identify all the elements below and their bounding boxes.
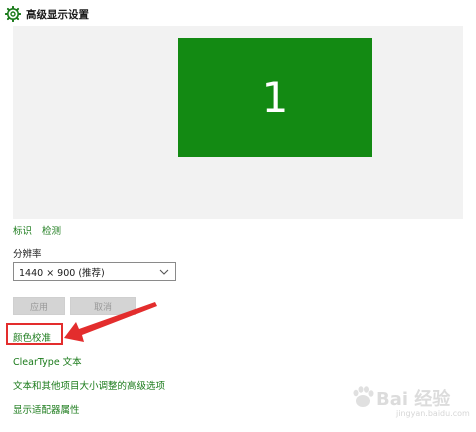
resolution-selected-value: 1440 × 900 (推荐) xyxy=(19,267,105,279)
color-calibration-link[interactable]: 颜色校准 xyxy=(13,330,51,344)
resolution-label: 分辨率 xyxy=(13,249,42,260)
watermark-brand: Bai 经验 xyxy=(376,389,451,410)
chevron-down-icon xyxy=(159,269,169,275)
detect-link[interactable]: 检测 xyxy=(42,223,61,237)
identify-link[interactable]: 标识 xyxy=(13,223,32,237)
apply-button[interactable]: 应用 xyxy=(13,297,65,315)
watermark-url: jingyan.baidu.com xyxy=(396,409,470,418)
title-bar: 高级显示设置 xyxy=(0,0,476,28)
baidu-paw-icon xyxy=(353,386,374,407)
gear-icon xyxy=(5,6,21,22)
window-title: 高级显示设置 xyxy=(26,9,89,21)
advanced-sizing-link[interactable]: 文本和其他项目大小调整的高级选项 xyxy=(13,378,165,392)
display-preview-area: 1 xyxy=(13,26,463,219)
monitor-1-tile[interactable]: 1 xyxy=(178,38,372,157)
adapter-properties-link[interactable]: 显示适配器属性 xyxy=(13,402,80,416)
cleartype-link[interactable]: ClearType 文本 xyxy=(13,354,82,368)
resolution-dropdown[interactable]: 1440 × 900 (推荐) xyxy=(13,262,176,281)
monitor-number: 1 xyxy=(261,72,289,122)
annotation-arrow-icon xyxy=(64,302,157,342)
